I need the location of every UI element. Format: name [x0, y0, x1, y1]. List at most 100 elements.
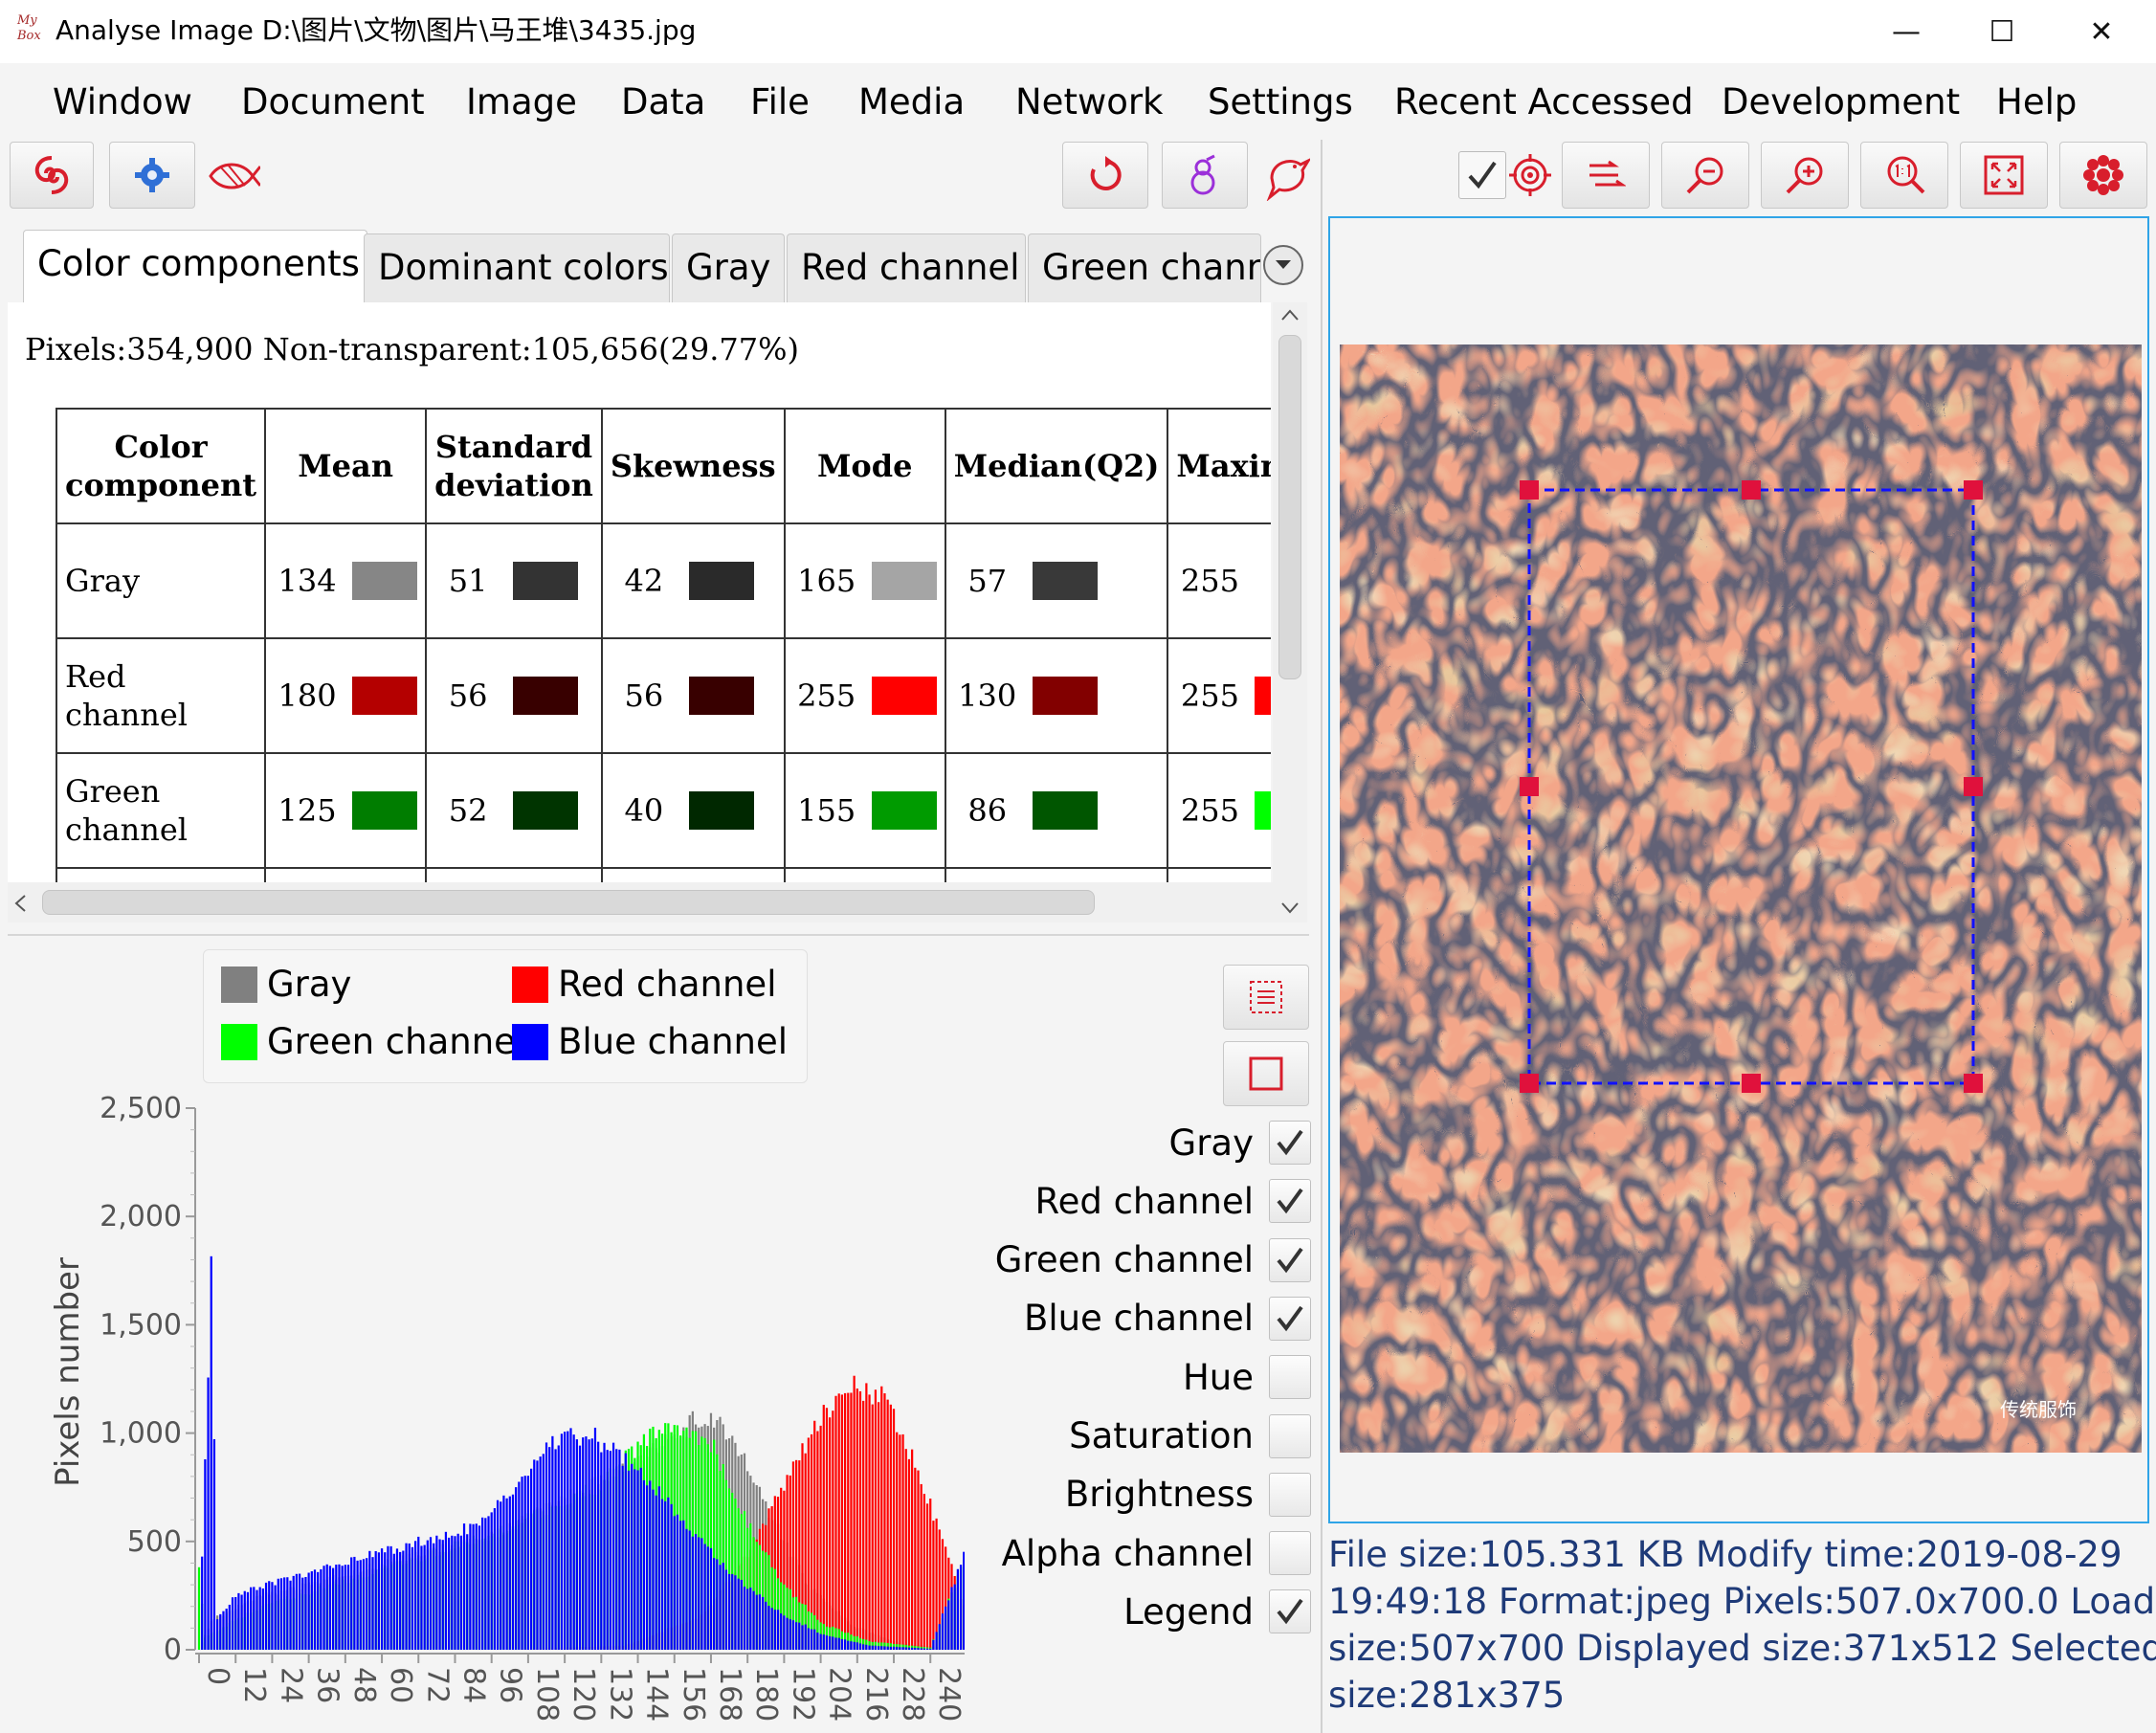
menu-help[interactable]: Help: [1996, 80, 2077, 124]
tab-color-components[interactable]: Color components: [23, 230, 367, 302]
channel-checkbox[interactable]: [1269, 1121, 1311, 1165]
menu-network[interactable]: Network: [1015, 80, 1164, 124]
stats-vertical-thumb[interactable]: [1278, 335, 1301, 679]
flower-button[interactable]: [2059, 142, 2147, 209]
stats-horizontal-scrollbar[interactable]: [8, 882, 1273, 922]
gourd-button[interactable]: [1162, 142, 1248, 209]
stat-cell: 56: [425, 637, 603, 754]
selection-handle-right[interactable]: [1964, 777, 1983, 796]
tab-red-channel[interactable]: Red channel: [787, 233, 1026, 302]
legend-blue-label: Blue channel: [558, 1021, 789, 1062]
tab-dominant-colors[interactable]: Dominant colors: [364, 233, 670, 302]
stats-vertical-scrollbar[interactable]: [1273, 302, 1307, 922]
row-label: Green channel: [56, 752, 267, 869]
channel-checkbox[interactable]: [1269, 1179, 1311, 1224]
tab-gray[interactable]: Gray: [672, 233, 785, 302]
histogram-bar: [377, 1552, 380, 1650]
histogram-bar: [907, 1458, 911, 1650]
bird-button[interactable]: [1259, 145, 1313, 205]
channel-option-saturation[interactable]: Saturation: [957, 1408, 1311, 1465]
channel-checkbox[interactable]: [1269, 1237, 1311, 1282]
channel-option-hue[interactable]: Hue: [957, 1348, 1311, 1406]
histogram-bar: [341, 1566, 344, 1650]
selection-handle-top[interactable]: [1742, 480, 1761, 500]
histogram-bar: [862, 1400, 865, 1650]
histogram-bar: [874, 1645, 878, 1650]
legend-green-swatch: [221, 1023, 257, 1060]
channel-option-red-channel[interactable]: Red channel: [957, 1172, 1311, 1230]
menu-image[interactable]: Image: [466, 80, 577, 124]
histogram-bar: [858, 1390, 862, 1650]
stats-horizontal-thumb[interactable]: [42, 890, 1095, 915]
menu-window[interactable]: Window: [53, 80, 192, 124]
menu-development[interactable]: Development: [1722, 80, 1960, 124]
channel-checkbox[interactable]: [1269, 1472, 1311, 1517]
menu-media[interactable]: Media: [858, 80, 965, 124]
channel-option-brightness[interactable]: Brightness: [957, 1466, 1311, 1523]
stat-cell: 255: [783, 637, 946, 754]
selection-handle-top-right[interactable]: [1964, 480, 1983, 500]
histogram-bar: [935, 1632, 938, 1650]
layers-button[interactable]: [1562, 142, 1650, 209]
channel-option-gray[interactable]: Gray: [957, 1114, 1311, 1171]
col-median: Median(Q2): [944, 408, 1169, 524]
minimize-icon: —: [1892, 14, 1921, 49]
settings-button[interactable]: [109, 142, 195, 209]
menu-document[interactable]: Document: [241, 80, 425, 124]
close-button[interactable]: ✕: [2063, 10, 2140, 54]
selection-handle-left[interactable]: [1520, 777, 1539, 796]
histogram-bar: [515, 1487, 518, 1650]
refresh-button[interactable]: [1062, 142, 1148, 209]
image-canvas[interactable]: 传统服饰: [1340, 344, 2142, 1453]
channel-option-green-channel[interactable]: Green channel: [957, 1232, 1311, 1289]
tab-green-channel[interactable]: Green chann: [1028, 233, 1261, 302]
histogram-bar: [590, 1438, 593, 1650]
menu-data[interactable]: Data: [621, 80, 705, 124]
selection-handle-bottom-left[interactable]: [1520, 1074, 1539, 1093]
histogram-bar: [320, 1568, 322, 1650]
histogram-bar: [914, 1467, 917, 1650]
menu-recent-accessed[interactable]: Recent Accessed: [1394, 80, 1694, 124]
fish-button[interactable]: [205, 147, 262, 205]
scroll-left-icon: [14, 895, 26, 912]
channel-option-blue-channel[interactable]: Blue channel: [957, 1290, 1311, 1347]
menu-settings[interactable]: Settings: [1208, 80, 1353, 124]
histogram-bar: [886, 1646, 889, 1650]
minimize-button[interactable]: —: [1868, 10, 1945, 54]
histogram-bar: [832, 1636, 834, 1650]
histogram-bar: [834, 1395, 837, 1650]
histogram-bar: [215, 1619, 219, 1650]
channel-checkbox[interactable]: [1269, 1531, 1311, 1576]
channel-checkbox[interactable]: [1269, 1355, 1311, 1400]
stat-cell: 96: [264, 867, 428, 882]
selection-handle-top-left[interactable]: [1520, 480, 1539, 500]
histogram-bar: [454, 1536, 456, 1650]
stat-cell: 165: [783, 522, 946, 639]
histogram-bar: [618, 1449, 621, 1650]
selection-handle-bottom[interactable]: [1742, 1074, 1761, 1093]
x-tick-label: 168: [713, 1667, 746, 1722]
tabs-overflow-button[interactable]: [1263, 245, 1303, 285]
histogram-bar: [642, 1479, 646, 1650]
channel-checkbox[interactable]: [1269, 1413, 1311, 1458]
menu-file[interactable]: File: [750, 80, 810, 124]
fit-window-button[interactable]: [1960, 142, 2048, 209]
panel-divider[interactable]: [8, 934, 1309, 936]
zoom-out-button[interactable]: [1661, 142, 1749, 209]
select-mode-checkbox[interactable]: [1458, 151, 1506, 199]
maximize-button[interactable]: ☐: [1964, 10, 2040, 54]
image-viewport[interactable]: 传统服饰: [1328, 216, 2149, 1523]
channel-option-legend[interactable]: Legend: [957, 1583, 1311, 1640]
legend-blue-swatch: [512, 1023, 548, 1060]
zoom-actual-button[interactable]: [1860, 142, 1948, 209]
target-button[interactable]: [1506, 149, 1554, 201]
x-tick-label: 0: [201, 1667, 234, 1685]
mybox-button[interactable]: [10, 142, 94, 209]
channel-checkbox[interactable]: [1269, 1296, 1311, 1341]
selection-button[interactable]: [1223, 1041, 1309, 1106]
channel-checkbox[interactable]: [1269, 1589, 1311, 1634]
channel-option-alpha-channel[interactable]: Alpha channel: [957, 1524, 1311, 1582]
copy-data-button[interactable]: [1223, 965, 1309, 1030]
zoom-in-button[interactable]: [1761, 142, 1849, 209]
selection-handle-bottom-right[interactable]: [1964, 1074, 1983, 1093]
